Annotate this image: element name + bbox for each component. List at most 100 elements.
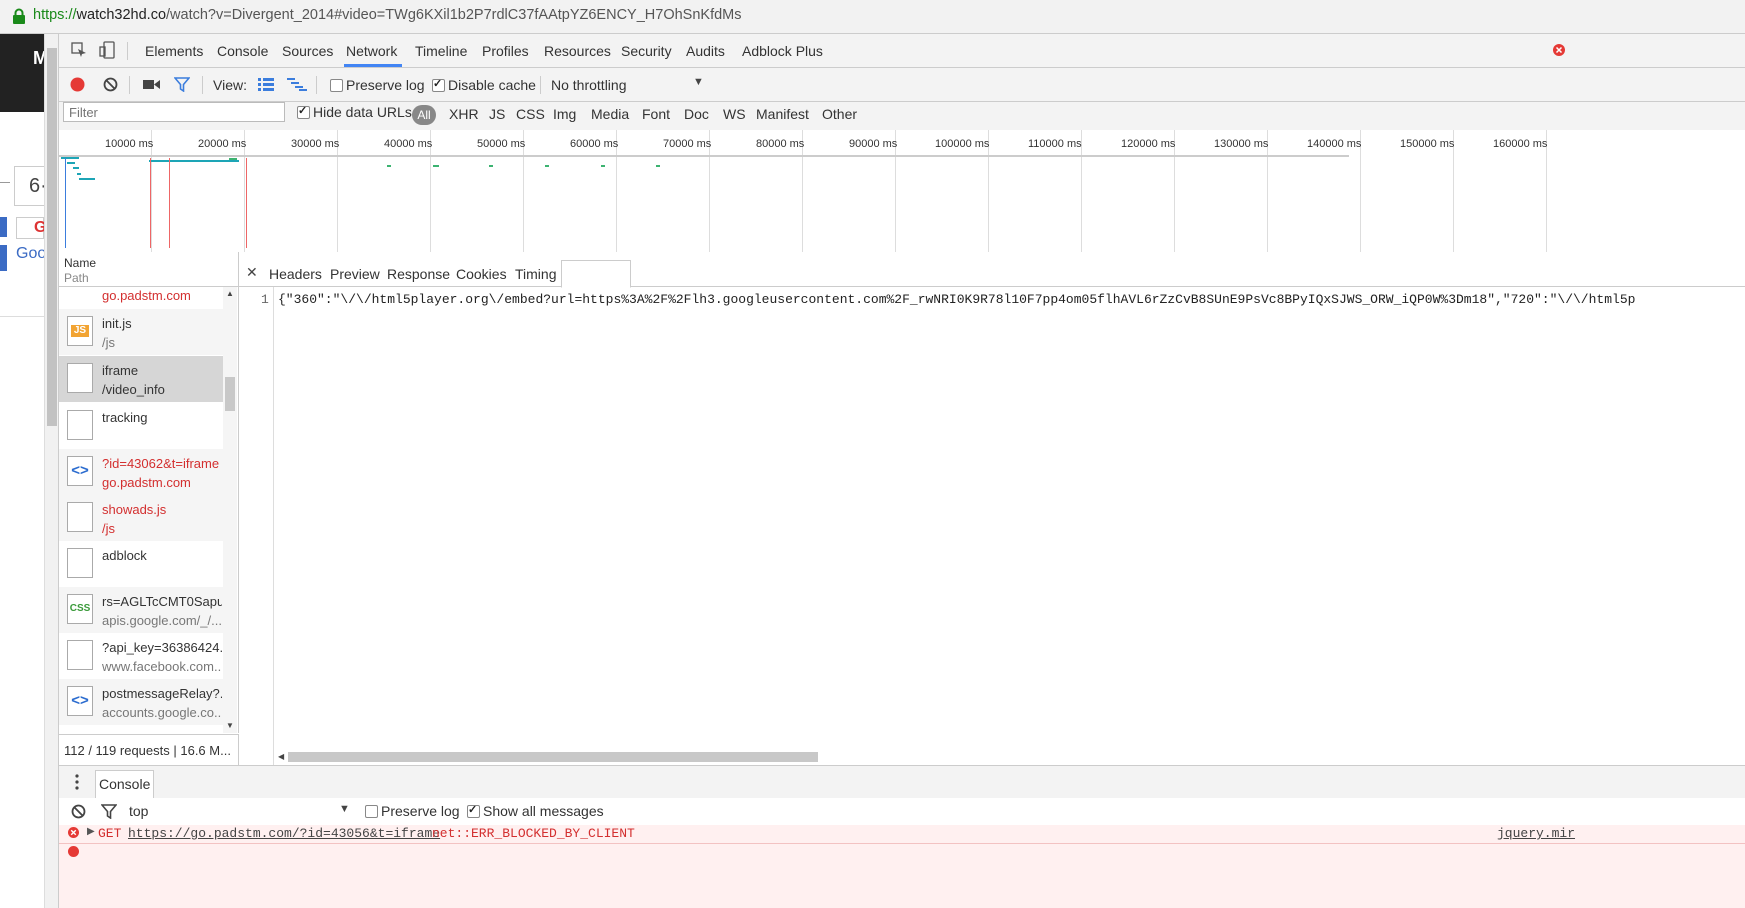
tab-timing[interactable]: Timing [515,266,557,282]
close-icon[interactable]: ✕ [246,264,258,281]
clear-icon[interactable] [103,77,118,92]
tab-resources[interactable]: Resources [544,43,611,59]
chevron-down-icon[interactable]: ▼ [339,803,350,815]
more-vertical-icon[interactable] [75,774,79,790]
console-error-message[interactable]: ▶ GET https://go.padstm.com/?id=43056&t=… [59,825,1745,844]
tab-console[interactable]: Console [217,43,268,59]
type-filter-ws[interactable]: WS [723,106,746,122]
overview-waterfall-icon[interactable] [287,78,307,91]
tab-audits[interactable]: Audits [686,43,725,59]
requests-scrollbar[interactable]: ▲ ▼ [223,287,237,733]
url-field[interactable]: https://watch32hd.co/watch?v=Divergent_2… [33,7,742,23]
drawer-tab-console[interactable]: Console [99,776,150,792]
scroll-left-icon[interactable]: ◀ [278,752,284,761]
path-column-header[interactable]: Path [64,271,89,285]
tab-sources[interactable]: Sources [282,43,333,59]
response-hscrollbar-thumb[interactable] [288,752,818,762]
record-icon[interactable] [70,77,85,92]
type-filter-img[interactable]: Img [553,106,576,122]
error-url-link[interactable]: https://go.padstm.com/?id=43056&t=iframe [128,826,440,841]
large-rows-icon[interactable] [258,78,274,91]
type-filter-all[interactable]: All [412,105,436,125]
error-source-link[interactable]: jquery.mir [1497,826,1575,841]
context-select[interactable]: top [129,803,148,819]
tab-preview[interactable]: Preview [330,266,380,282]
type-filter-media[interactable]: Media [591,106,629,122]
tab-cookies[interactable]: Cookies [456,266,507,282]
device-mode-icon[interactable] [99,41,115,59]
type-filter-other[interactable]: Other [822,106,857,122]
devtools-tab-bar: Elements Console Sources Network Timelin… [59,34,1745,68]
request-path: go.padstm.com [102,475,191,490]
separator [316,76,317,94]
type-filter-manifest[interactable]: Manifest [756,106,809,122]
scroll-up-icon[interactable]: ▲ [226,289,234,298]
tab-elements[interactable]: Elements [145,43,203,59]
video-camera-icon[interactable] [143,79,160,90]
filter-input[interactable] [63,102,285,122]
type-filter-js[interactable]: JS [489,106,505,122]
tab-adblock-plus[interactable]: Adblock Plus [742,43,823,59]
request-row[interactable]: adblock [59,541,223,587]
scroll-down-icon[interactable]: ▼ [226,721,234,730]
tab-response[interactable]: Response [387,266,450,282]
preserve-log-checkbox[interactable] [330,79,343,92]
inspect-element-icon[interactable] [71,42,87,58]
request-name: adblock [102,548,147,563]
type-filter-font[interactable]: Font [642,106,670,122]
request-name: rs=AGLTcCMT0Sapu... [102,594,222,609]
type-filter-doc[interactable]: Doc [684,106,709,122]
page-scrollbar-thumb[interactable] [47,48,57,426]
waterfall-bar [656,165,660,167]
disable-cache-checkbox[interactable] [432,77,445,92]
request-row[interactable]: showads.js /js [59,495,223,541]
throttling-select[interactable]: No throttling [551,77,626,93]
name-column-header[interactable]: Name [64,256,96,270]
request-row[interactable]: iframe /video_info [59,356,223,402]
hide-data-urls-checkbox[interactable] [297,104,310,119]
network-overview[interactable]: 10000 ms 20000 ms 30000 ms 40000 ms 5000… [59,130,1745,253]
request-name: showads.js [102,502,167,517]
request-detail-tabs: ✕ Headers Preview Response Cookies Timin… [239,252,1745,288]
response-body[interactable]: {"360":"\/\/html5player.org\/embed?url=h… [278,292,1635,307]
page-google-button[interactable]: G [16,217,44,239]
type-filter-xhr[interactable]: XHR [449,106,479,122]
request-row[interactable]: <> ?id=43062&t=iframe go.padstm.com [59,449,223,495]
tab-headers[interactable]: Headers [269,266,322,282]
page-google-link[interactable]: Goo [16,245,44,263]
tab-profiles[interactable]: Profiles [482,43,529,59]
requests-header[interactable]: Name Path [59,252,239,287]
filter-funnel-icon[interactable] [101,804,117,819]
waterfall-bar [601,165,605,167]
clear-console-icon[interactable] [71,804,86,819]
request-path: www.facebook.com... [102,659,222,674]
show-all-messages-checkbox[interactable] [467,803,480,818]
requests-scrollbar-thumb[interactable] [225,377,235,411]
type-filter-css[interactable]: CSS [516,106,545,122]
request-row[interactable]: JS init.js /js [59,309,223,355]
page-input[interactable]: 6· [14,166,44,206]
waterfall-bar [77,173,81,175]
network-toolbar: View: Preserve log Disable cache No thro… [59,68,1745,102]
tab-security[interactable]: Security [621,43,672,59]
expand-triangle-icon[interactable]: ▶ [87,826,95,837]
separator [129,76,130,94]
time-tick: 150000 ms [1400,138,1455,150]
chevron-down-icon[interactable]: ▼ [693,76,704,88]
request-name: iframe [102,363,139,378]
console-preserve-log-checkbox[interactable] [365,805,378,818]
requests-summary: 112 / 119 requests | 16.6 M... [59,734,239,766]
error-count-icon[interactable] [1553,44,1565,56]
request-row[interactable]: CSS rs=AGLTcCMT0Sapu... apis.google.com/… [59,587,223,633]
error-method: GET [98,826,122,841]
request-row[interactable]: tracking [59,403,223,449]
request-name: postmessageRelay?... [102,686,222,701]
request-row[interactable]: <> postmessageRelay?... accounts.google.… [59,679,223,725]
tab-network[interactable]: Network [346,43,397,59]
time-tick: 50000 ms [477,138,526,150]
filter-funnel-icon[interactable] [174,77,190,92]
request-row[interactable]: ?api_key=36386424... www.facebook.com... [59,633,223,679]
tab-timeline[interactable]: Timeline [415,43,467,59]
request-row[interactable]: go.padstm.com [59,287,223,308]
request-name: init.js [102,316,132,331]
